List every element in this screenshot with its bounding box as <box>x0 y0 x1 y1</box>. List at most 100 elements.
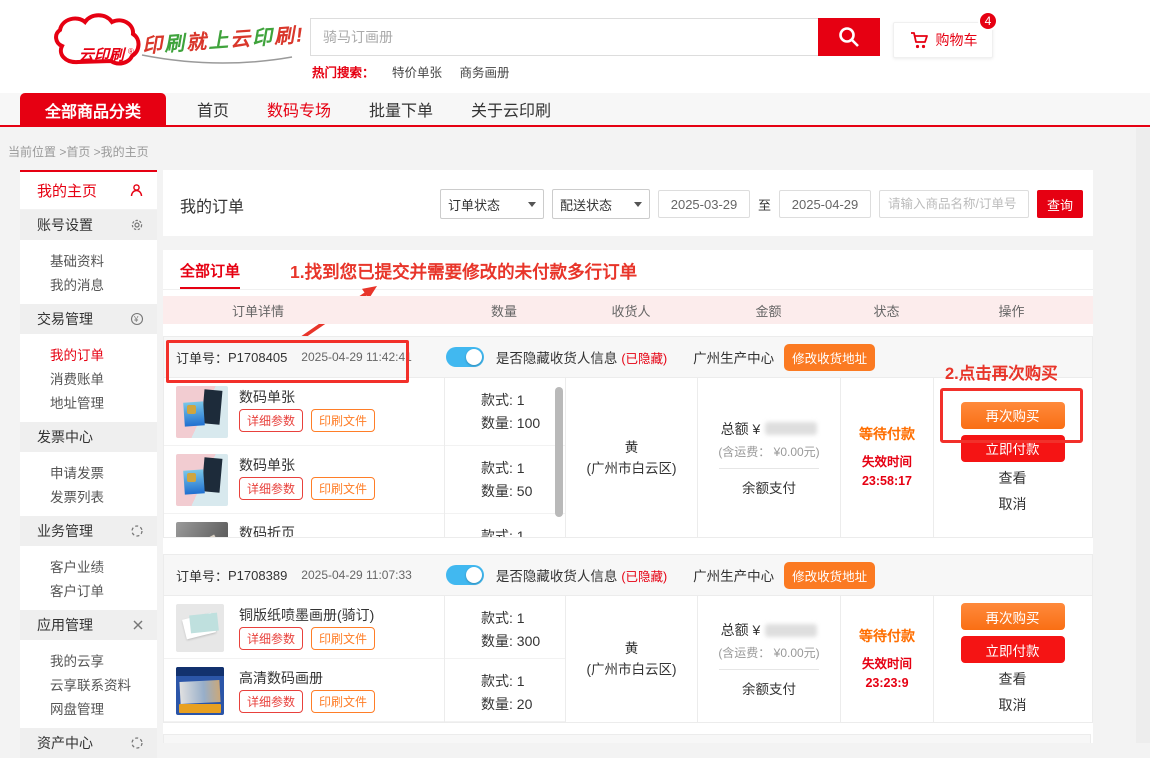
print-file-button[interactable]: 印刷文件 <box>311 477 375 500</box>
detail-params-button[interactable]: 详细参数 <box>239 409 303 432</box>
nav-item-about[interactable]: 关于云印刷 <box>471 97 551 121</box>
detail-params-button[interactable]: 详细参数 <box>239 477 303 500</box>
product-row: 铜版纸喷墨画册(骑订) 详细参数 印刷文件 款式: 1 数量: 300 <box>164 596 565 659</box>
sidebar-item-cloudshare-contacts[interactable]: 云享联系资料 <box>20 672 157 696</box>
product-name[interactable]: 数码单张 <box>239 455 295 475</box>
cart-count-badge: 4 <box>978 11 998 31</box>
product-style: 款式: 1 <box>481 607 540 630</box>
amount-cell: 总额 ¥ (含运费： ¥0.00元) 余额支付 <box>698 378 841 537</box>
column-header-amount: 金额 <box>697 296 840 324</box>
cancel-link[interactable]: 取消 <box>999 695 1027 715</box>
slogan-char: 云 <box>229 28 252 51</box>
brand-logo[interactable]: 云印刷 ® <box>48 10 148 76</box>
actions-cell: 再次购买 立即付款 查看 取消 <box>934 596 1091 722</box>
sidebar-item-address-management[interactable]: 地址管理 <box>20 390 157 414</box>
all-categories-button[interactable]: 全部商品分类 <box>20 93 166 127</box>
product-thumbnail[interactable] <box>176 604 224 652</box>
sidebar-section-trade-management[interactable]: 交易管理 ¥ <box>20 304 157 334</box>
product-name[interactable]: 数码折页 <box>239 523 295 537</box>
product-style: 款式: 1 <box>481 389 540 412</box>
sidebar-item-customer-performance[interactable]: 客户业绩 <box>20 554 157 578</box>
order-time: 2025-04-29 11:42:41 <box>301 350 412 364</box>
sidebar-item-my-cloudshare[interactable]: 我的云享 <box>20 648 157 672</box>
products-scrollbar[interactable] <box>555 387 563 517</box>
product-thumbnail[interactable] <box>176 454 228 506</box>
modify-address-button[interactable]: 修改收货地址 <box>784 344 875 371</box>
product-thumbnail[interactable] <box>176 522 228 537</box>
cancel-link[interactable]: 取消 <box>999 494 1027 514</box>
column-divider <box>444 378 445 537</box>
svg-text:¥: ¥ <box>133 315 139 324</box>
product-buttons: 详细参数 印刷文件 <box>239 690 375 713</box>
view-link[interactable]: 查看 <box>999 468 1027 488</box>
order-status-select[interactable]: 订单状态 <box>440 189 544 219</box>
production-center-label: 广州生产中心 <box>693 347 774 367</box>
query-button[interactable]: 查询 <box>1037 190 1083 218</box>
delivery-status-select[interactable]: 配送状态 <box>552 189 650 219</box>
sidebar-item-expense-bills[interactable]: 消费账单 <box>20 366 157 390</box>
product-style: 款式: 1 <box>481 670 532 693</box>
sidebar-item-request-invoice[interactable]: 申请发票 <box>20 460 157 484</box>
date-from-input[interactable] <box>658 190 750 218</box>
search-icon <box>837 25 861 49</box>
buy-again-button[interactable]: 再次购买 <box>961 402 1065 429</box>
modify-address-button[interactable]: 修改收货地址 <box>784 562 875 589</box>
sidebar-item-my-messages[interactable]: 我的消息 <box>20 272 157 296</box>
slogan-char: 印 <box>251 26 274 49</box>
sidebar-section-account-settings[interactable]: 账号设置 <box>20 210 157 240</box>
sidebar-item-my-orders[interactable]: 我的订单 <box>20 342 157 366</box>
sidebar-item-invoice-list[interactable]: 发票列表 <box>20 484 157 508</box>
buy-again-button[interactable]: 再次购买 <box>961 603 1065 630</box>
hot-search-label: 热门搜索： <box>312 66 375 80</box>
pay-now-button[interactable]: 立即付款 <box>961 435 1065 462</box>
tab-all-orders[interactable]: 全部订单 <box>180 260 240 281</box>
nav-item-home[interactable]: 首页 <box>197 97 229 121</box>
nav-item-bulk-order[interactable]: 批量下单 <box>369 97 433 121</box>
sidebar-section-label: 账号设置 <box>37 215 93 235</box>
sidebar-section-app-management[interactable]: 应用管理 <box>20 610 157 640</box>
hot-search-item[interactable]: 商务画册 <box>460 66 510 80</box>
sidebar-item-customer-orders[interactable]: 客户订单 <box>20 578 157 602</box>
cart-button[interactable]: 购物车 <box>893 22 993 58</box>
toggle-knob <box>466 567 482 583</box>
print-file-button[interactable]: 印刷文件 <box>311 690 375 713</box>
view-link[interactable]: 查看 <box>999 669 1027 689</box>
hide-receiver-label: 是否隐藏收货人信息 <box>496 347 618 367</box>
print-file-button[interactable]: 印刷文件 <box>311 409 375 432</box>
date-to-input[interactable] <box>779 190 871 218</box>
amount-total-label: 总额 ¥ <box>721 620 761 640</box>
nav-items: 首页 数码专场 批量下单 关于云印刷 <box>197 93 551 125</box>
product-name[interactable]: 铜版纸喷墨画册(骑订) <box>239 605 374 625</box>
product-thumbnail[interactable] <box>176 667 224 715</box>
sidebar-section-business-management[interactable]: 业务管理 <box>20 516 157 546</box>
sidebar-item-my-homepage[interactable]: 我的主页 <box>20 172 157 210</box>
sidebar-section-asset-center[interactable]: 资产中心 <box>20 728 157 758</box>
sidebar-item-basic-info[interactable]: 基础资料 <box>20 248 157 272</box>
product-name[interactable]: 数码单张 <box>239 387 295 407</box>
hot-search-item[interactable]: 特价单张 <box>392 66 442 80</box>
product-thumbnail[interactable] <box>176 386 228 438</box>
hot-search-row: 热门搜索： 特价单张 商务画册 <box>312 62 510 81</box>
user-icon <box>129 183 144 198</box>
search-button[interactable] <box>818 18 880 56</box>
pay-method: 余额支付 <box>742 477 796 497</box>
orders-card: 全部订单 1.找到您已提交并需要修改的未付款多行订单 订单详情 数量 收货人 金… <box>163 250 1093 743</box>
receiver-cell: 黄 (广州市白云区) <box>566 378 698 537</box>
freight-note: (含运费： ¥0.00元) <box>718 644 819 661</box>
print-file-button[interactable]: 印刷文件 <box>311 627 375 650</box>
sidebar-section-invoice-center[interactable]: 发票中心 <box>20 422 157 452</box>
sidebar-item-netdisk-management[interactable]: 网盘管理 <box>20 696 157 720</box>
detail-params-button[interactable]: 详细参数 <box>239 690 303 713</box>
hide-receiver-toggle[interactable] <box>446 347 484 367</box>
nav-item-digital[interactable]: 数码专场 <box>267 97 331 121</box>
hide-receiver-toggle[interactable] <box>446 565 484 585</box>
pay-now-button[interactable]: 立即付款 <box>961 636 1065 663</box>
detail-params-button[interactable]: 详细参数 <box>239 627 303 650</box>
keyword-input[interactable] <box>879 190 1029 218</box>
product-name[interactable]: 高清数码画册 <box>239 668 323 688</box>
page-scrollbar[interactable] <box>1136 128 1150 743</box>
freight-note: (含运费： ¥0.00元) <box>718 443 819 460</box>
toggle-knob <box>466 349 482 365</box>
hide-receiver-label: 是否隐藏收货人信息 <box>496 565 618 585</box>
search-input[interactable] <box>310 18 818 56</box>
